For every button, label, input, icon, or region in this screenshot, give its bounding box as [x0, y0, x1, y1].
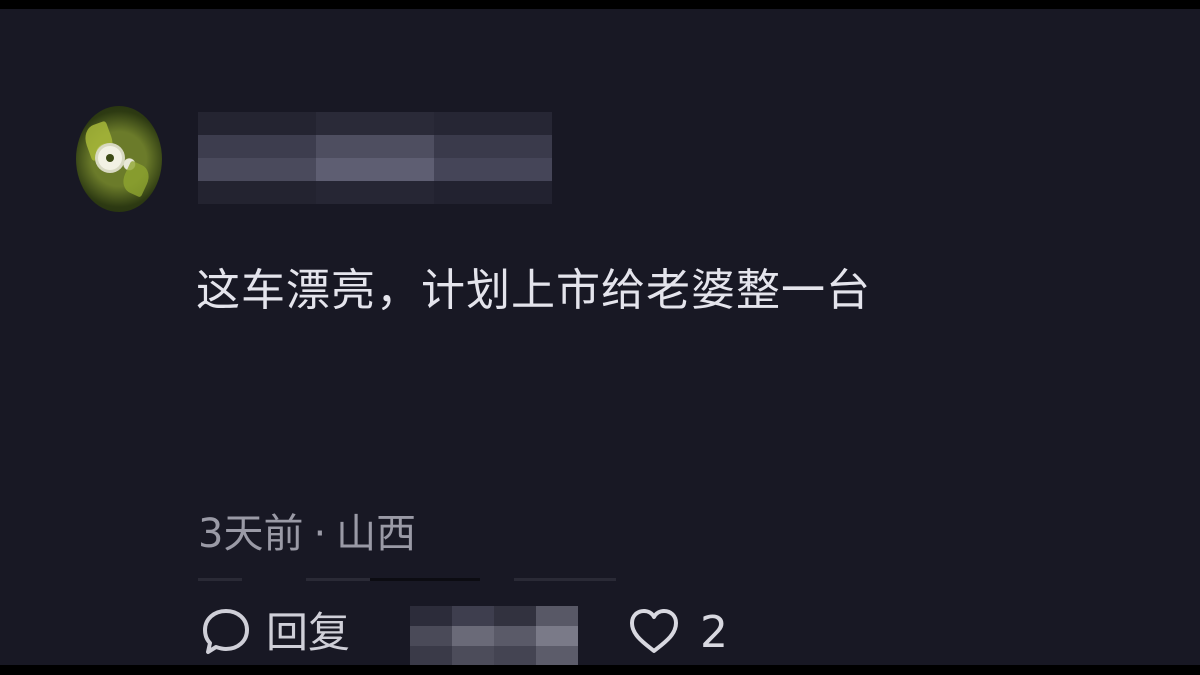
reply-label: 回复	[266, 608, 351, 657]
redacted-action[interactable]	[410, 606, 578, 666]
like-count: 2	[700, 607, 728, 658]
screenshot-frame-top	[0, 0, 1200, 9]
comment-actions: 回复 2	[198, 600, 758, 666]
avatar-flower-center	[106, 154, 114, 162]
divider	[306, 578, 370, 581]
divider	[370, 578, 480, 581]
like-button[interactable]: 2	[626, 600, 728, 666]
comment-meta: 3天前 · 山西	[198, 509, 416, 559]
screenshot-frame-bottom	[0, 665, 1200, 675]
comment-location: 山西	[336, 511, 417, 557]
comment-text: 这车漂亮，计划上市给老婆整一台	[196, 265, 871, 316]
heart-outline-icon	[626, 603, 682, 663]
speech-bubble-icon	[198, 603, 254, 663]
comment-card: 这车漂亮，计划上市给老婆整一台 3天前 · 山西	[0, 9, 1200, 665]
comment-time: 3天前	[198, 511, 304, 557]
reply-button[interactable]: 回复	[198, 600, 350, 666]
meta-separator: ·	[313, 511, 327, 557]
username-redacted[interactable]	[198, 112, 552, 204]
divider	[198, 578, 242, 581]
avatar[interactable]	[76, 106, 162, 212]
avatar-leaf	[118, 160, 154, 198]
divider	[514, 578, 616, 581]
